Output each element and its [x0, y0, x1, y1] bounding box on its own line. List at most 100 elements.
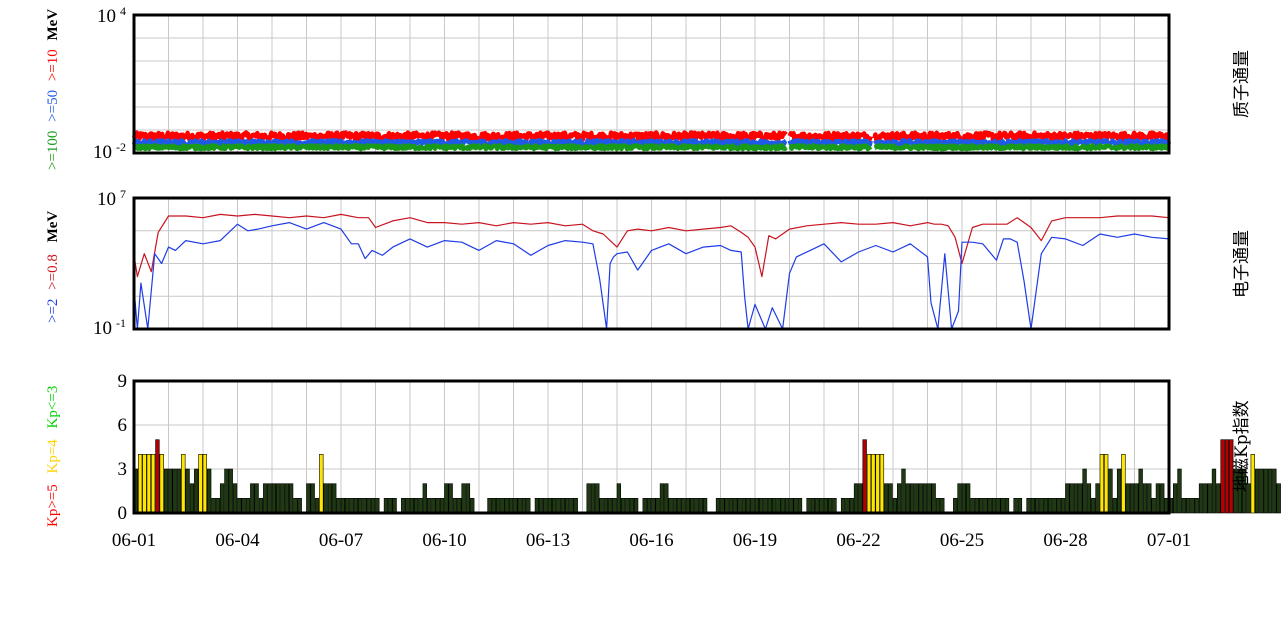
kp-bar [892, 497, 898, 514]
x-tick-label: 06-19 [733, 530, 777, 551]
kp-bar [564, 497, 570, 514]
x-tick-label: 06-01 [112, 530, 156, 551]
kp-bar [1216, 483, 1221, 514]
kp-bar [150, 453, 156, 514]
kp-bar [1220, 439, 1225, 514]
kp-bar [370, 497, 376, 514]
kp-bar [513, 497, 518, 514]
kp-bar [224, 468, 229, 514]
kp-bar [776, 497, 781, 514]
kp-bar [996, 497, 1001, 514]
kp-legend-eq4: Kp=4 [45, 439, 61, 474]
kp-bar [457, 497, 462, 514]
kp-bar [362, 497, 367, 514]
kp-bar [465, 483, 471, 514]
kp-bar [155, 439, 160, 514]
kp-bar [388, 497, 393, 514]
proton-legend-ge100: >=100 [45, 131, 61, 170]
kp-bar [1000, 497, 1005, 514]
kp-legend-le3: Kp<=3 [45, 386, 61, 429]
kp-bar [659, 483, 665, 514]
kp-bar [897, 483, 902, 514]
kp-bar [987, 497, 992, 514]
kp-bar [720, 497, 725, 514]
kp-bar [793, 497, 798, 514]
kp-bar [1069, 483, 1074, 514]
kp-bar [677, 497, 682, 514]
kp-bar [724, 497, 729, 514]
kp-bar [1043, 497, 1048, 514]
electron-legend: >=2 >=0.8 MeV [45, 211, 61, 323]
kp-bar [599, 497, 604, 514]
kp-bar [966, 483, 971, 514]
kp-bar [715, 497, 721, 514]
x-tick-label: 07-01 [1147, 530, 1191, 551]
kp-bar [215, 497, 220, 514]
kp-bar [431, 497, 436, 514]
kp-bar [681, 497, 686, 514]
kp-bar [254, 483, 259, 514]
kp-bar [189, 483, 195, 514]
proton-ytick-top: 10 4 [97, 4, 126, 27]
x-tick-label: 06-13 [526, 530, 570, 551]
kp-bar [759, 497, 764, 514]
kp-bar [439, 497, 445, 514]
kp-bar [1121, 453, 1126, 514]
electron-legend-ge2: >=2 [45, 299, 61, 323]
kp-bar [1173, 483, 1178, 514]
kp-bar [875, 453, 880, 514]
kp-bar [1198, 483, 1204, 514]
kp-bar [922, 483, 928, 514]
kp-bar [685, 497, 691, 514]
kp-bar [392, 497, 397, 514]
kp-bar [560, 497, 565, 514]
kp-bar [146, 453, 151, 514]
kp-bar [690, 497, 695, 514]
kp-bar [414, 497, 419, 514]
kp-bar [569, 497, 574, 514]
kp-bar [1060, 497, 1066, 514]
kp-bar [586, 483, 591, 514]
kp-bar [668, 497, 673, 514]
kp-bar [1047, 497, 1053, 514]
kp-bar [1026, 497, 1031, 514]
kp-bar [655, 497, 660, 514]
kp-bar [534, 497, 540, 514]
proton-series-line [132, 143, 1171, 152]
kp-bar [267, 483, 272, 514]
kp-bar [228, 468, 233, 514]
kp-bar [504, 497, 509, 514]
kp-bar [176, 468, 182, 514]
kp-bar [340, 497, 346, 514]
kp-bar [616, 483, 622, 514]
kp-bar [543, 497, 548, 514]
kp-bar [470, 497, 475, 514]
electron-panel-title: 电子通量 [1232, 230, 1252, 298]
kp-bar [884, 483, 889, 514]
kp-bar [961, 483, 967, 514]
kp-bar [1073, 483, 1079, 514]
kp-bar [288, 483, 294, 514]
kp-bar [621, 497, 626, 514]
kp-ytick-6: 6 [118, 415, 128, 436]
kp-bar [237, 497, 242, 514]
kp-bar [1259, 468, 1264, 514]
kp-bar [202, 453, 208, 514]
kp-bar [953, 497, 958, 514]
kp-bar [694, 497, 699, 514]
kp-bar [741, 497, 747, 514]
kp-bar [327, 483, 333, 514]
kp-bar [1039, 497, 1044, 514]
kp-bar [1151, 497, 1156, 514]
kp-bar [1035, 497, 1040, 514]
kp-ytick-0: 0 [118, 503, 128, 524]
kp-bar [771, 497, 777, 514]
kp-bar [314, 497, 320, 514]
kp-bar [918, 483, 923, 514]
kp-panel-title: 地磁Kp指数 [1232, 400, 1252, 492]
kp-bar [1116, 468, 1122, 514]
kp-bar [1004, 497, 1010, 514]
kp-bar [815, 497, 820, 514]
kp-bar [935, 497, 941, 514]
kp-bar [241, 497, 246, 514]
